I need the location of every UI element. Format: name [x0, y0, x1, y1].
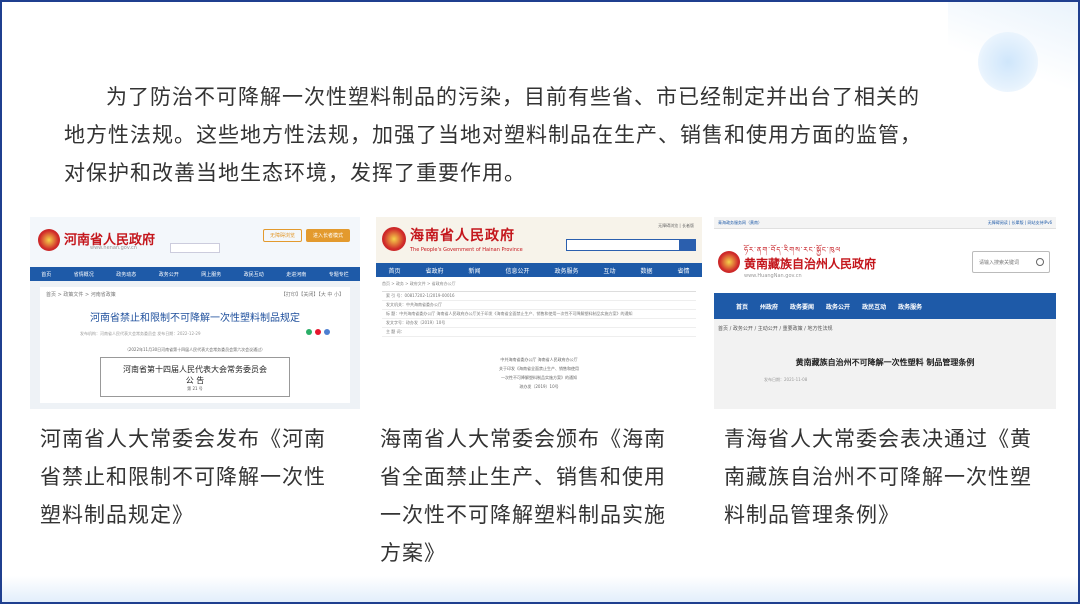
caption-hainan: 海南省人大常委会颁布《海南省全面禁止生产、销售和使用一次性不可降解塑料制品实施方…	[380, 427, 666, 565]
huangnan-topbar: 青海政务服务网（黄南） 无障碍阅读 | 长辈版 | 网站支持IPv6	[714, 217, 1056, 229]
national-emblem-icon	[382, 227, 406, 251]
huangnan-nav-item[interactable]: 政民互动	[862, 302, 886, 311]
huangnan-site-url: www.HuangNan.gov.cn	[744, 273, 802, 279]
huangnan-nav: 首页 州政府 政务要闻 政务公开 政民互动 政务服务	[714, 293, 1056, 319]
table-row: 发文机关：中共海南省委办公厅	[382, 301, 696, 310]
hainan-search-input[interactable]	[566, 239, 696, 251]
caption-henan: 河南省人大常委会发布《河南省禁止和限制不可降解一次性塑料制品规定》	[40, 427, 326, 527]
decorative-bubble	[978, 32, 1038, 92]
henan-site-url: www.henan.gov.cn	[90, 245, 137, 251]
table-row: 索 引 号：00817202-1/2019-00016	[382, 292, 696, 301]
hainan-center-line: 琼办发〔2019〕10号	[519, 384, 559, 389]
bottom-band	[2, 576, 1078, 602]
henan-print-links[interactable]: 【打印】【关闭】【大 中 小】	[281, 291, 344, 298]
hainan-nav-item[interactable]: 信息公开	[505, 266, 529, 275]
hainan-nav-item[interactable]: 省政府	[425, 266, 443, 275]
hainan-doc-heading: 中共海南省委办公厅 海南省人民政府办公厅 关于印发《海南省全面禁止生产、销售和使…	[376, 355, 702, 391]
national-emblem-icon	[38, 229, 60, 251]
henan-elder-mode-button[interactable]: 进入长者模式	[305, 229, 350, 242]
hainan-top-links[interactable]: 无障碍浏览 | 长者版	[658, 223, 694, 229]
huangnan-topbar-left[interactable]: 青海政务服务网（黄南）	[718, 220, 762, 226]
henan-nav-item[interactable]: 省情概况	[74, 271, 94, 278]
henan-box-line3: 第 21 号	[187, 386, 203, 391]
henan-nav-item[interactable]: 政务动态	[116, 271, 136, 278]
henan-nav-item[interactable]: 网上服务	[201, 271, 221, 278]
hainan-nav-item[interactable]: 互动	[603, 266, 615, 275]
intro-line-2: 地方性法规。这些地方性法规，加强了当地对塑料制品在生产、销售和使用方面的监管，	[64, 123, 922, 147]
search-placeholder: 请输入搜索关键词	[979, 260, 1020, 266]
huangnan-header: ཧོར་ནག་བོད་རིགས་རང་སྐྱོང་ཁུལ 黄南藏族自治州人民政府…	[714, 229, 1056, 293]
hainan-nav-item[interactable]: 新闻	[468, 266, 480, 275]
hainan-website-screenshot: 海南省人民政府 The People's Government of Haina…	[376, 217, 702, 409]
huangnan-nav-item[interactable]: 政务服务	[898, 302, 922, 311]
caption-qinghai: 青海省人大常委会表决通过《黄南藏族自治州不可降解一次性塑料制品管理条例》	[724, 427, 1032, 527]
henan-nav: 首页 省情概况 政务动态 政务公开 网上服务 政民互动 走进河南 专题专栏	[30, 267, 360, 281]
huangnan-breadcrumb: 首页 / 政务公开 / 主动公开 / 重要政策 / 地方性法规	[718, 326, 833, 332]
hainan-site-title: 海南省人民政府	[410, 228, 515, 244]
wechat-icon[interactable]	[306, 329, 312, 335]
henan-nav-item[interactable]: 专题专栏	[329, 271, 349, 278]
search-icon[interactable]	[1036, 258, 1044, 266]
huangnan-nav-item[interactable]: 政务要闻	[790, 302, 814, 311]
hainan-nav-item[interactable]: 首页	[388, 266, 400, 275]
henan-article-card: 首页 > 政策文件 > 河南省政策 【打印】【关闭】【大 中 小】 河南省禁止和…	[40, 287, 350, 403]
qzone-icon[interactable]	[324, 329, 330, 335]
henan-nav-item[interactable]: 首页	[41, 271, 51, 278]
huangnan-topbar-right[interactable]: 无障碍阅读 | 长辈版 | 网站支持IPv6	[988, 220, 1052, 226]
henan-box-line2: 公 告	[185, 376, 205, 385]
hainan-header: 海南省人民政府 The People's Government of Haina…	[376, 217, 702, 263]
slide-frame: 为了防治不可降解一次性塑料制品的污染，目前有些省、市已经制定并出台了相关的 地方…	[0, 0, 1080, 604]
hainan-center-line: 一次性不可降解塑料制品实施方案》的通知	[501, 375, 577, 380]
huangnan-nav-item[interactable]: 首页	[736, 302, 748, 311]
huangnan-site-title: 黄南藏族自治州人民政府	[744, 257, 877, 271]
henan-doc-title: 河南省禁止和限制不可降解一次性塑料制品规定	[90, 313, 300, 324]
intro-line-1: 为了防治不可降解一次性塑料制品的污染，目前有些省、市已经制定并出台了相关的	[106, 85, 920, 109]
henan-announcement-box: 河南省第十四届人民代表大会常务委员会 公 告 第 21 号	[100, 357, 290, 397]
hainan-nav-item[interactable]: 数据	[640, 266, 652, 275]
henan-breadcrumb: 首页 > 政策文件 > 河南省政策	[46, 292, 116, 298]
henan-nav-item[interactable]: 政民互动	[244, 271, 264, 278]
henan-nav-item[interactable]: 政务公开	[159, 271, 179, 278]
share-icons	[306, 329, 330, 335]
huangnan-nav-item[interactable]: 政务公开	[826, 302, 850, 311]
huangnan-website-screenshot: 青海政务服务网（黄南） 无障碍阅读 | 长辈版 | 网站支持IPv6 ཧོར་ན…	[714, 217, 1056, 409]
huangnan-doc-meta: 发布日期：2021-11-08	[764, 377, 808, 382]
henan-accessibility-button[interactable]: 无障碍浏览	[262, 229, 302, 242]
weibo-icon[interactable]	[315, 329, 321, 335]
hainan-center-line: 关于印发《海南省全面禁止生产、销售和使用	[499, 366, 579, 371]
huangnan-search-input[interactable]: 请输入搜索关键词	[972, 251, 1050, 273]
table-row: 标 题：中共海南省委办公厅 海南省人民政府办公厅关于印发《海南省全面禁止生产、销…	[382, 310, 696, 319]
henan-box-line1: 河南省第十四届人民代表大会常务委员会	[123, 365, 267, 374]
henan-nav-item[interactable]: 走进河南	[286, 271, 306, 278]
hainan-site-en-title: The People's Government of Hainan Provin…	[410, 247, 523, 253]
henan-website-screenshot: 河南省人民政府 www.henan.gov.cn 无障碍浏览 进入长者模式 首页…	[30, 217, 360, 409]
hainan-center-line: 中共海南省委办公厅 海南省人民政府办公厅	[500, 357, 578, 362]
henan-doc-meta: 发布机构：河南省人民代表大会常务委员会 发布日期：2022-12-29	[80, 331, 201, 336]
hainan-nav-item[interactable]: 省情	[677, 266, 689, 275]
intro-paragraph: 为了防治不可降解一次性塑料制品的污染，目前有些省、市已经制定并出台了相关的 地方…	[64, 78, 964, 192]
huangnan-article: 首页 / 政务公开 / 主动公开 / 重要政策 / 地方性法规 黄南藏族自治州不…	[714, 319, 1056, 409]
huangnan-doc-title: 黄南藏族自治州不可降解一次性塑料 制品管理条例	[795, 358, 975, 367]
table-row: 主 题 词：	[382, 328, 696, 337]
search-icon[interactable]	[679, 240, 695, 250]
hainan-meta-table: 索 引 号：00817202-1/2019-00016 发文机关：中共海南省委办…	[382, 291, 696, 337]
huangnan-nav-item[interactable]: 州政府	[760, 302, 778, 311]
table-row: 发文字号：琼办发〔2019〕10号	[382, 319, 696, 328]
henan-doc-subtitle: （2022年11月30日河南省第十四届人民代表大会常务委员会第六次会议通过）	[124, 347, 266, 352]
hainan-nav: 首页 省政府 新闻 信息公开 政务服务 互动 数据 省情	[376, 263, 702, 277]
hainan-nav-item[interactable]: 政务服务	[554, 266, 578, 275]
hainan-breadcrumb: 首页 > 政务 > 政府文件 > 省政府办公厅	[382, 281, 456, 286]
intro-line-3: 对保护和改善当地生态环境，发挥了重要作用。	[64, 161, 526, 185]
henan-header: 河南省人民政府 www.henan.gov.cn 无障碍浏览 进入长者模式	[30, 217, 360, 267]
national-emblem-icon	[718, 251, 740, 273]
henan-search-input[interactable]	[170, 243, 220, 253]
